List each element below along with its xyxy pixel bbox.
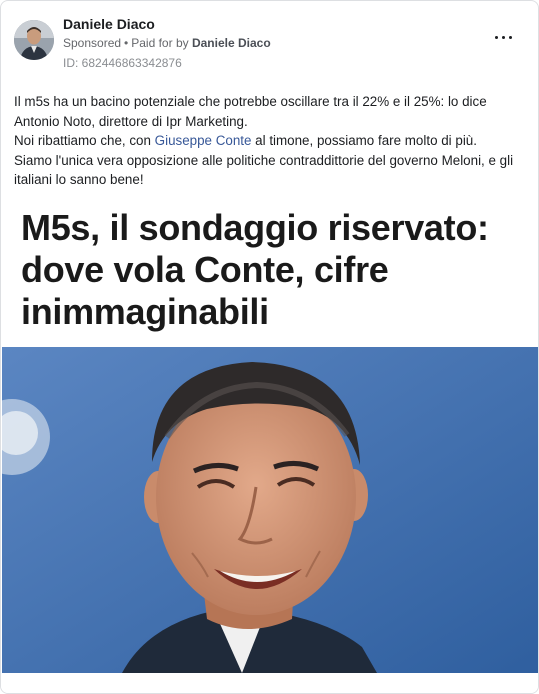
body-paragraph-1: Il m5s ha un bacino potenziale che potre… (14, 94, 487, 129)
paid-for-name: Daniele Diaco (191, 36, 271, 50)
avatar-image (14, 20, 54, 60)
separator-dot: • (124, 36, 129, 50)
body-paragraph-3: Siamo l'unica vera opposizione alle poli… (14, 152, 514, 188)
portrait-image (2, 347, 538, 673)
creative-headline[interactable]: M5s, il sondaggio riservato: dove vola C… (21, 207, 531, 333)
card-footer (1, 673, 538, 693)
creative-photo[interactable] (2, 347, 538, 673)
paid-for-prefix: Paid for by (131, 36, 189, 50)
body-text-segment: Noi ribattiamo che, con (14, 133, 155, 148)
ad-body-text: Il m5s ha un bacino potenziale che potre… (14, 92, 524, 190)
body-text-segment: al timone, possiamo fare molto di più. (251, 133, 477, 148)
ad-card: Daniele Diaco Sponsored • Paid for by Dani… (0, 0, 539, 694)
ad-id: ID: 682446863342876 (63, 56, 182, 70)
giuseppe-conte-link[interactable]: Giuseppe Conte (155, 133, 252, 148)
author-name[interactable]: Daniele Diaco (63, 15, 271, 33)
post-header: Daniele Diaco Sponsored • Paid for by Dani… (14, 15, 524, 71)
body-paragraph-2: Noi ribattiamo che, con Giuseppe Conte a… (14, 131, 524, 151)
avatar[interactable] (14, 20, 54, 60)
sponsored-line: Sponsored • Paid for by Daniele Diaco (63, 34, 271, 52)
sponsored-label: Sponsored (63, 36, 122, 50)
more-options-icon[interactable] (494, 33, 514, 43)
post-meta: Daniele Diaco Sponsored • Paid for by Dani… (63, 15, 271, 72)
